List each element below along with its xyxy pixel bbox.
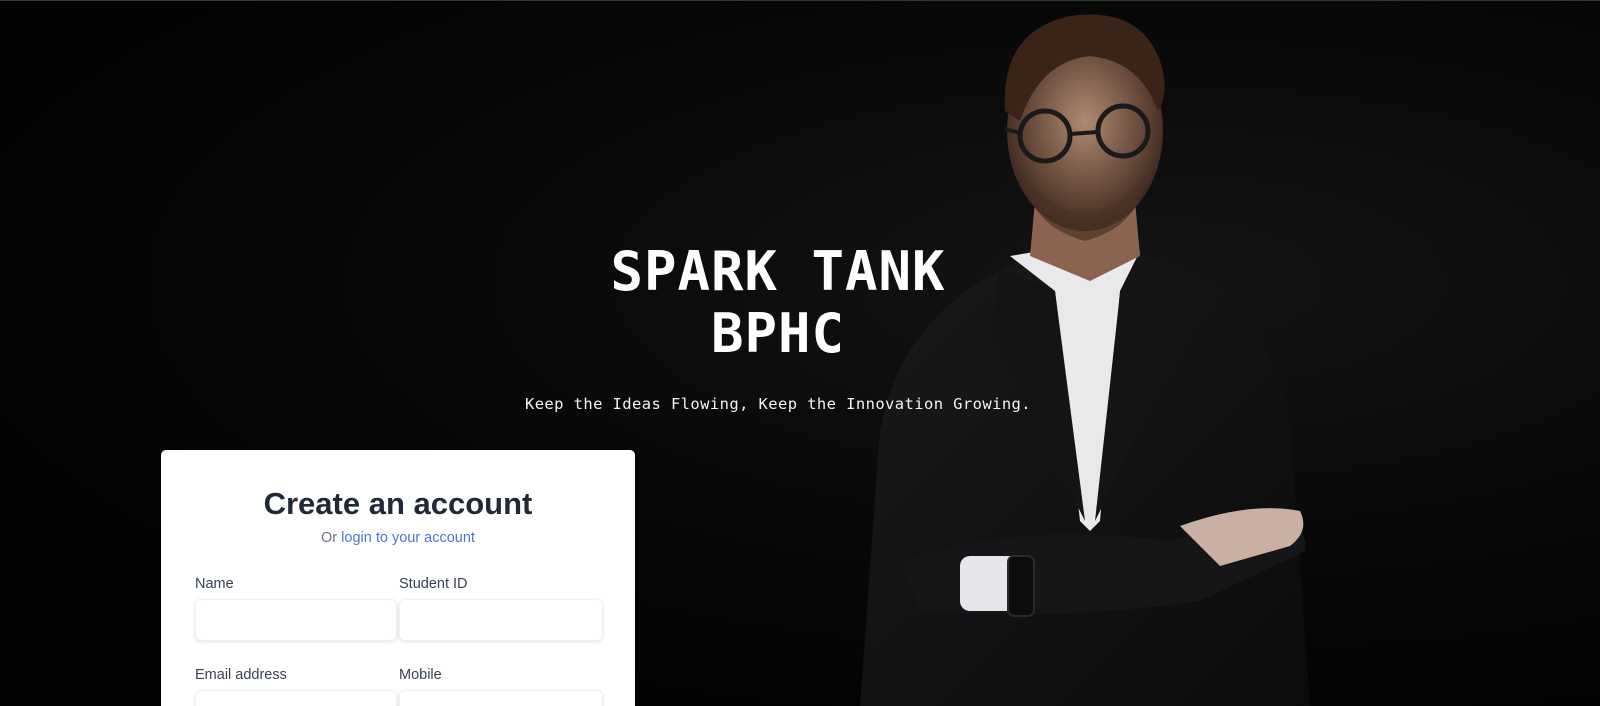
hero-tagline: Keep the Ideas Flowing, Keep the Innovat… (524, 395, 1032, 413)
email-label: Email address (195, 667, 287, 683)
name-input[interactable] (195, 599, 397, 641)
signup-card: Create an account Or login to your accou… (161, 450, 635, 706)
login-link[interactable]: login to your account (341, 530, 475, 546)
mobile-label: Mobile (399, 667, 442, 683)
signup-subtitle-prefix: Or (321, 530, 342, 546)
name-field-group: Name (195, 576, 397, 641)
signup-form: Name Student ID Email address Mobile (195, 576, 603, 706)
student-id-input[interactable] (399, 599, 603, 641)
hero-title-line2: BPHC (710, 302, 846, 365)
name-label: Name (195, 576, 234, 592)
hero-title-line1: SPARK TANK (610, 240, 946, 303)
hero-section: SPARK TANK BPHC Keep the Ideas Flowing, … (0, 241, 1556, 414)
signup-title: Create an account (263, 486, 533, 521)
hero-title: SPARK TANK BPHC (0, 241, 1556, 365)
email-input[interactable] (195, 690, 397, 706)
student-id-field-group: Student ID (399, 576, 603, 641)
mobile-field-group: Mobile (399, 667, 603, 706)
signup-page: SPARK TANK BPHC Keep the Ideas Flowing, … (0, 0, 1600, 706)
email-field-group: Email address (195, 667, 397, 706)
mobile-input[interactable] (399, 690, 603, 706)
signup-subtitle: Or login to your account (195, 530, 601, 546)
student-id-label: Student ID (399, 576, 468, 592)
